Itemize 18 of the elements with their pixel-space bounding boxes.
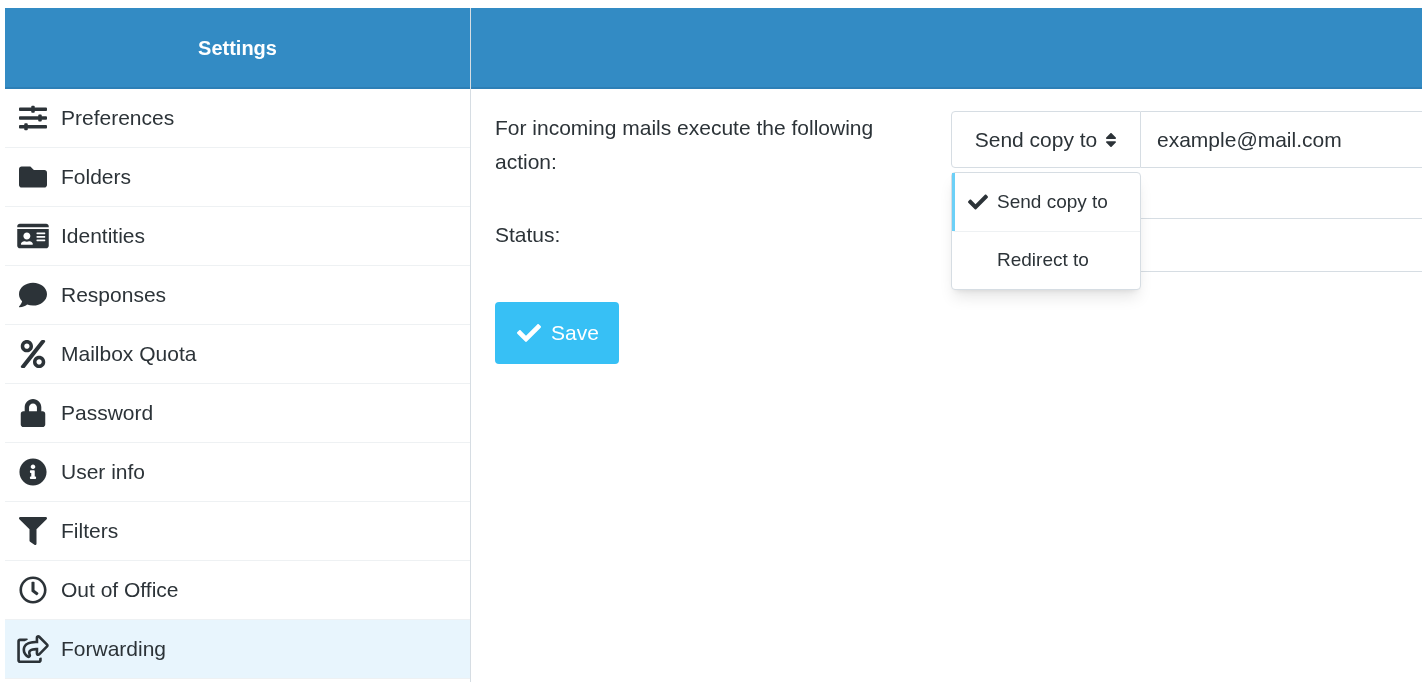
- status-label: Status:: [495, 222, 562, 248]
- dropdown-option[interactable]: Redirect to: [952, 231, 1140, 289]
- info-icon: [17, 458, 49, 486]
- dropdown-option[interactable]: Send copy to: [952, 173, 1140, 231]
- clock-icon: [17, 576, 49, 604]
- email-field[interactable]: example@mail.com: [1141, 111, 1422, 168]
- speech-bubble-icon: [17, 281, 49, 309]
- check-icon: [515, 321, 544, 345]
- action-select[interactable]: Send copy to: [951, 111, 1141, 168]
- share-icon: [17, 635, 49, 663]
- sidebar-title: Settings: [198, 35, 277, 61]
- action-label: For incoming mails execute the following action:: [495, 115, 875, 175]
- check-icon: [967, 192, 989, 212]
- sort-caret-icon: [1105, 130, 1118, 149]
- sliders-icon: [17, 104, 49, 132]
- filter-icon: [17, 517, 49, 545]
- id-card-icon: [17, 222, 49, 250]
- sidebar-item[interactable]: Forwarding: [5, 620, 470, 679]
